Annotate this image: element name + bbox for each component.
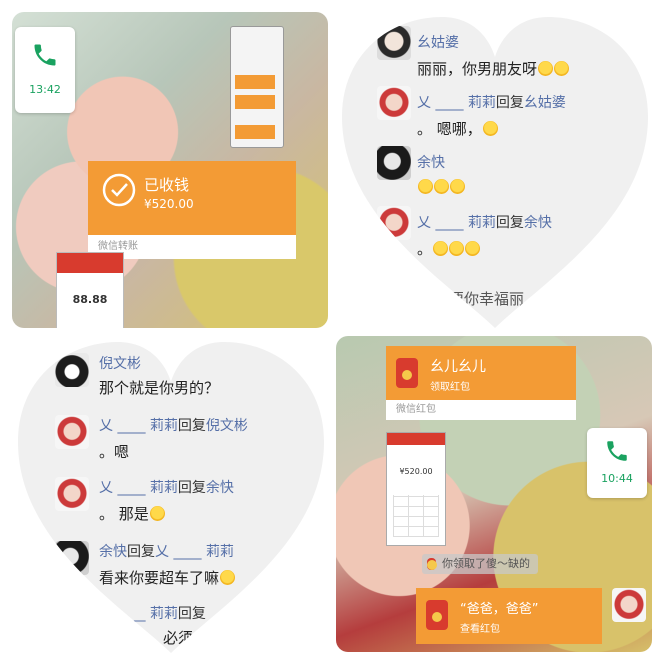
- comment-item: 乂 ____ 莉莉回复幺姑婆 。 嗯哪，: [337, 82, 653, 142]
- avatar: [612, 588, 646, 622]
- red-packet-title: 幺儿幺儿: [430, 359, 486, 375]
- wink-emoji-icon: [449, 241, 464, 256]
- comment-author[interactable]: 幺姑婆: [417, 32, 459, 52]
- grin-emoji-icon: [538, 61, 553, 76]
- grin-emoji-icon: [150, 506, 165, 521]
- wink-emoji-icon: [433, 241, 448, 256]
- top-right-heart-panel: 幺姑婆 丽丽，你男朋友呀 乂 ____ 莉莉回复幺姑婆 。 嗯哪， 余快 乂 _…: [337, 12, 653, 328]
- red-packet-card[interactable]: “爸爸，爸爸” 查看红包: [416, 588, 602, 644]
- payment-amount: ¥520.00: [399, 467, 433, 476]
- top-left-photo-panel: 13:42 已收钱 ¥520.00 微信转账 88.88: [12, 12, 328, 328]
- avatar: [55, 477, 89, 511]
- red-packet-footer: 微信红包: [386, 400, 576, 420]
- system-notice: 你领取了傻～缺的: [422, 554, 538, 574]
- comment-author[interactable]: 余快回复乂 ____ 莉莉: [99, 541, 234, 561]
- blush-emoji-icon: [450, 179, 465, 194]
- bottom-left-heart-panel: 倪文彬 那个就是你男的？ 乂 ____ 莉莉回复倪文彬 。嗯 乂 ____ 莉莉…: [13, 337, 329, 653]
- thinking-emoji-icon: [483, 121, 498, 136]
- bottom-right-photo-panel: 幺儿幺儿 领取红包 微信红包 ¥520.00 10:44 你领取了傻～缺的 “爸…: [336, 336, 652, 652]
- payment-phone-screenshot: ¥520.00: [386, 432, 446, 546]
- comment-author[interactable]: 乂 ____ 莉莉回复倪文彬: [99, 415, 248, 435]
- comment-item: 乂 ____ 莉莉回复倪文彬 。嗯: [13, 411, 329, 471]
- transfer-amount: ¥520.00: [144, 197, 194, 211]
- red-packet-title: “爸爸，爸爸”: [460, 602, 539, 617]
- comment-text: 丽丽，你男朋友呀: [417, 58, 569, 79]
- avatar: [55, 415, 89, 449]
- blush-emoji-icon: [418, 179, 433, 194]
- blush-emoji-icon: [220, 570, 235, 585]
- comment-author[interactable]: 余快: [417, 152, 445, 172]
- red-packet-screenshot: 88.88: [56, 252, 124, 328]
- red-packet-amount: 88.88: [72, 293, 108, 306]
- grin-emoji-icon: [465, 241, 480, 256]
- phone-screenshot-thumb: [230, 26, 284, 148]
- call-time: 13:42: [29, 83, 61, 96]
- comment-text: 。: [417, 238, 480, 259]
- voice-call-card[interactable]: 13:42: [15, 27, 75, 113]
- grin-emoji-icon: [554, 61, 569, 76]
- comment-author[interactable]: 乂 ____ 莉莉回复余快: [99, 477, 234, 497]
- red-packet-subtitle: 查看红包: [460, 624, 500, 635]
- blush-emoji-icon: [434, 179, 449, 194]
- comment-author[interactable]: 乂 ____ 莉莉回复幺姑婆: [417, 92, 566, 112]
- comment-text: 。 嗯哪，: [417, 118, 498, 139]
- avatar: [377, 146, 411, 180]
- comment-author[interactable]: 倪文彬: [99, 353, 141, 373]
- red-packet-subtitle: 领取红包: [430, 382, 470, 393]
- voice-call-card[interactable]: 10:44: [587, 428, 647, 498]
- transfer-title: 已收钱: [144, 176, 190, 194]
- phone-icon: [607, 441, 627, 461]
- comment-text: 那个就是你男的？: [99, 379, 220, 397]
- comment-item: 余快: [337, 142, 653, 202]
- comment-author[interactable]: 乂 ____ 莉莉回复余快: [417, 212, 552, 232]
- red-packet-icon: [396, 358, 418, 388]
- avatar: [377, 86, 411, 120]
- comment-text: 。嗯: [99, 443, 130, 461]
- comment-text: 。 那是: [99, 503, 165, 524]
- red-packet-card[interactable]: 幺儿幺儿 领取红包 微信红包: [386, 346, 576, 420]
- transfer-received-card[interactable]: 已收钱 ¥520.00 微信转账: [88, 161, 296, 259]
- red-packet-icon: [426, 600, 448, 630]
- comment-text: [417, 178, 465, 196]
- phone-icon: [34, 44, 56, 66]
- red-packet-small-icon: [426, 558, 437, 570]
- comment-text: 看来你要超车了嘛: [99, 567, 235, 588]
- call-time: 10:44: [601, 472, 633, 485]
- comment-item: 乂 ____ 莉莉回复余快 。 那是: [13, 473, 329, 533]
- checkmark-circle-icon: [102, 173, 136, 207]
